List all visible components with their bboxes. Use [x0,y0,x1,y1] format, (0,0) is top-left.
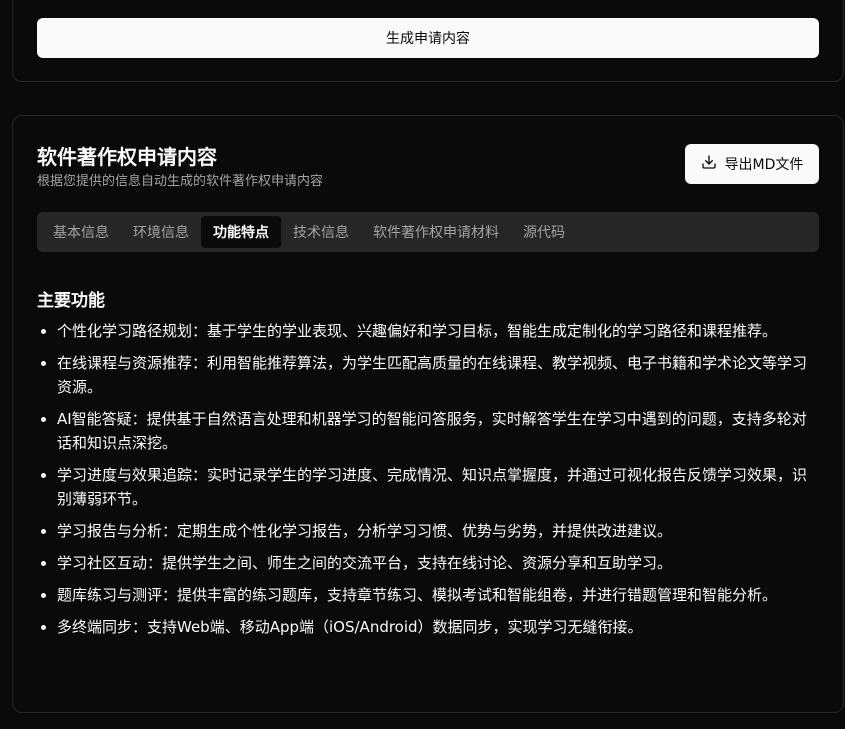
export-md-button[interactable]: 导出MD文件 [685,144,819,184]
list-item: AI智能答疑：提供基于自然语言处理和机器学习的智能问答服务，实时解答学生在学习中… [37,407,819,455]
list-item: 学习报告与分析：定期生成个性化学习报告，分析学习习惯、优势与劣势，并提供改进建议… [37,519,819,543]
tab-environment-info[interactable]: 环境信息 [121,216,201,248]
list-item: 学习社区互动：提供学生之间、师生之间的交流平台，支持在线讨论、资源分享和互助学习… [37,551,819,575]
list-item: 在线课程与资源推荐：利用智能推荐算法，为学生匹配高质量的在线课程、教学视频、电子… [37,351,819,399]
list-item: 题库练习与测评：提供丰富的练习题库，支持章节练习、模拟考试和智能组卷，并进行错题… [37,583,819,607]
tab-source-code[interactable]: 源代码 [511,216,577,248]
list-item: 学习进度与效果追踪：实时记录学生的学习进度、完成情况、知识点掌握度，并通过可视化… [37,463,819,511]
tab-application-materials[interactable]: 软件著作权申请材料 [361,216,511,248]
tab-list: 基本信息 环境信息 功能特点 技术信息 软件著作权申请材料 源代码 [37,212,819,252]
tab-basic-info[interactable]: 基本信息 [41,216,121,248]
result-title: 软件著作权申请内容 [37,145,217,169]
export-md-label: 导出MD文件 [724,157,804,173]
feature-list: 个性化学习路径规划：基于学生的学业表现、兴趣偏好和学习目标，智能生成定制化的学习… [37,319,819,647]
section-title: 主要功能 [37,291,105,311]
tab-tech-info[interactable]: 技术信息 [281,216,361,248]
tab-features[interactable]: 功能特点 [201,216,281,248]
list-item: 多终端同步：支持Web端、移动App端（iOS/Android）数据同步，实现学… [37,615,819,639]
generate-card: 生成申请内容 [12,0,844,82]
generate-button[interactable]: 生成申请内容 [37,18,819,58]
list-item: 个性化学习路径规划：基于学生的学业表现、兴趣偏好和学习目标，智能生成定制化的学习… [37,319,819,343]
download-icon [701,154,717,174]
result-subtitle: 根据您提供的信息自动生成的软件著作权申请内容 [37,174,324,189]
result-card: 软件著作权申请内容 根据您提供的信息自动生成的软件著作权申请内容 导出MD文件 … [12,115,844,713]
